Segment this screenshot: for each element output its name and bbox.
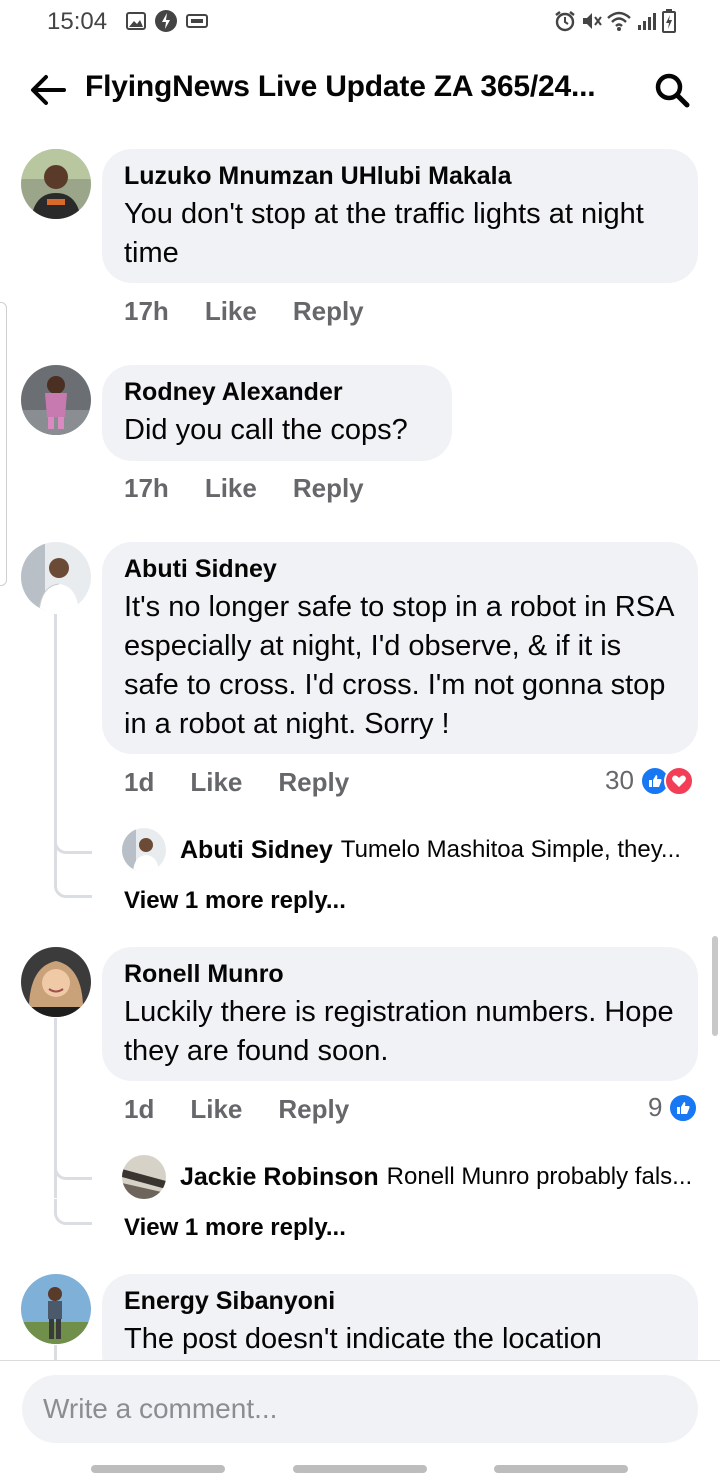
comment-author[interactable]: Energy Sibanyoni <box>124 1286 676 1316</box>
scrollbar-thumb[interactable] <box>712 936 718 1036</box>
reply-avatar[interactable] <box>122 828 166 872</box>
reply-text: Ronell Munro probably fals... <box>386 1163 693 1190</box>
app-header: FlyingNews Live Update ZA 365/24... <box>0 50 720 130</box>
comment-author[interactable]: Abuti Sidney <box>124 554 676 584</box>
comment-text: It's no longer safe to stop in a robot i… <box>124 591 673 740</box>
comment-timestamp[interactable]: 1d <box>124 1094 154 1125</box>
reply-author[interactable]: Abuti Sidney <box>180 836 333 865</box>
comment-text: You don't stop at the traffic lights at … <box>124 198 644 269</box>
like-button[interactable]: Like <box>190 767 242 798</box>
thread-branch <box>54 1199 92 1225</box>
left-edge-indicator <box>0 302 7 586</box>
comment-text: The post doesn't indicate the location <box>124 1323 602 1355</box>
comment-bubble[interactable]: Ronell Munro Luckily there is registrati… <box>102 947 698 1081</box>
nav-bar-home[interactable] <box>293 1465 427 1473</box>
reply-button[interactable]: Reply <box>293 296 364 327</box>
love-reaction-icon <box>663 765 694 796</box>
back-arrow-icon <box>31 75 66 105</box>
nav-bar-back[interactable] <box>494 1465 628 1473</box>
wifi-icon <box>606 10 632 32</box>
search-button[interactable] <box>648 68 696 112</box>
comment-timestamp[interactable]: 17h <box>124 473 169 504</box>
comment-text: Luckily there is registration numbers. H… <box>124 996 674 1067</box>
comment-actions: 17h Like Reply <box>124 296 400 327</box>
view-more-replies[interactable]: View 1 more reply... <box>124 1214 346 1242</box>
comment-author[interactable]: Ronell Munro <box>124 959 676 989</box>
status-left-icons <box>126 9 208 33</box>
page-title: FlyingNews Live Update ZA 365/24... <box>85 70 596 103</box>
reply-button[interactable]: Reply <box>278 1094 349 1125</box>
comment-author[interactable]: Rodney Alexander <box>124 377 430 407</box>
reply-author[interactable]: Jackie Robinson <box>180 1163 379 1192</box>
gallery-icon <box>126 11 146 31</box>
comment-actions: 1d Like Reply <box>124 767 385 798</box>
reaction-summary[interactable]: 30 <box>605 765 694 796</box>
search-icon <box>655 73 690 108</box>
reply-text: Tumelo Mashitoa Simple, they... <box>340 836 681 863</box>
comment-actions: 17h Like Reply <box>124 473 400 504</box>
reply-avatar[interactable] <box>122 1155 166 1199</box>
reaction-count: 9 <box>648 1092 663 1122</box>
mute-icon <box>580 10 602 32</box>
status-time: 15:04 <box>47 8 108 35</box>
comment-actions: 1d Like Reply <box>124 1094 385 1125</box>
comment-bubble[interactable]: Luzuko Mnumzan UHlubi Makala You don't s… <box>102 149 698 283</box>
thread-branch <box>54 828 92 854</box>
avatar[interactable] <box>21 149 91 219</box>
alarm-icon <box>554 10 576 32</box>
nav-bar-recents[interactable] <box>91 1465 225 1473</box>
comment-timestamp[interactable]: 1d <box>124 767 154 798</box>
comment-timestamp[interactable]: 17h <box>124 296 169 327</box>
comment-input[interactable]: Write a comment... <box>22 1375 698 1443</box>
reply-button[interactable]: Reply <box>278 767 349 798</box>
avatar[interactable] <box>21 947 91 1017</box>
avatar[interactable] <box>21 542 91 612</box>
comment-composer-bar: Write a comment... <box>0 1360 720 1480</box>
like-reaction-icon <box>668 1092 699 1123</box>
thread-branch <box>54 1154 92 1180</box>
reply-preview[interactable]: Abuti Sidney Tumelo Mashitoa Simple, the… <box>122 828 681 872</box>
thread-branch <box>54 872 92 898</box>
like-button[interactable]: Like <box>190 1094 242 1125</box>
reply-button[interactable]: Reply <box>293 473 364 504</box>
comment-bubble[interactable]: Abuti Sidney It's no longer safe to stop… <box>102 542 698 754</box>
cast-icon <box>186 11 208 31</box>
avatar[interactable] <box>21 1274 91 1344</box>
signal-icon <box>636 10 658 32</box>
thread-line <box>54 1345 57 1360</box>
reply-preview[interactable]: Jackie Robinson Ronell Munro probably fa… <box>122 1155 692 1199</box>
comment-author[interactable]: Luzuko Mnumzan UHlubi Makala <box>124 161 676 191</box>
reaction-count: 30 <box>605 765 634 795</box>
back-button[interactable] <box>26 68 70 112</box>
data-saver-icon <box>154 9 178 33</box>
reaction-summary[interactable]: 9 <box>648 1092 699 1123</box>
status-bar: 15:04 <box>0 0 720 44</box>
battery-icon <box>662 9 676 33</box>
avatar[interactable] <box>21 365 91 435</box>
view-more-replies[interactable]: View 1 more reply... <box>124 887 346 915</box>
comment-bubble[interactable]: Rodney Alexander Did you call the cops? <box>102 365 452 461</box>
like-button[interactable]: Like <box>205 473 257 504</box>
status-right-icons <box>554 9 676 33</box>
comment-text: Did you call the cops? <box>124 414 408 446</box>
like-button[interactable]: Like <box>205 296 257 327</box>
